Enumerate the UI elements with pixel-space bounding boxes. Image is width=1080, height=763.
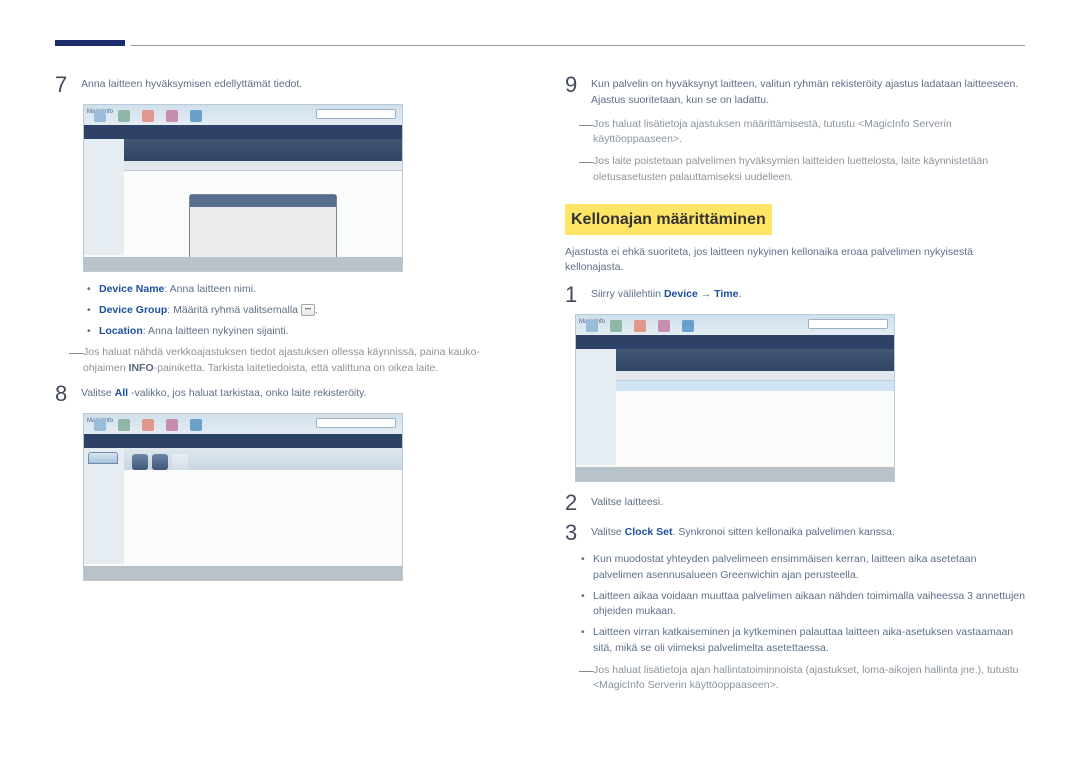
step-9: 9 Kun palvelin on hyväksynyt laitteen, v…: [565, 74, 1025, 109]
field-key: Device Group: [99, 304, 167, 316]
section-heading: Kellonajan määrittäminen: [565, 204, 772, 235]
screenshot-all-view: MagicInfo: [83, 413, 403, 581]
step-3: 3 Valitse Clock Set. Synkronoi sitten ke…: [565, 522, 1025, 544]
sidebar: [576, 349, 616, 465]
list-item: Laitteen aikaa voidaan muuttaa palvelime…: [581, 589, 1025, 621]
section-intro: Ajastusta ei ehkä suoriteta, jos laittee…: [565, 245, 1025, 277]
note: ― Jos laite poistetaan palvelimen hyväks…: [579, 154, 1025, 186]
step-text: Valitse laitteesi.: [591, 492, 1025, 511]
note-text: Jos haluat nähdä verkkoajastuksen tiedot…: [83, 345, 515, 377]
note: ― Jos haluat lisätietoja ajastuksen määr…: [579, 117, 1025, 149]
tab-bar: [84, 434, 402, 448]
step-8: 8 Valitse All -valikko, jos haluat tarki…: [55, 383, 515, 405]
header-line: [131, 43, 1025, 46]
nav-icons: [94, 419, 202, 431]
search-box: [808, 319, 888, 329]
list-item: Kun muodostat yhteyden palvelimeen ensim…: [581, 552, 1025, 584]
step-number: 7: [55, 74, 81, 96]
list-item: Laitteen virran katkaiseminen ja kytkemi…: [581, 625, 1025, 657]
step-number: 9: [565, 74, 591, 96]
toolbar: [124, 139, 402, 161]
sub-list: Kun muodostat yhteyden palvelimeen ensim…: [581, 552, 1025, 657]
header-rule: [55, 40, 1025, 46]
step-number: 1: [565, 284, 591, 306]
list-item: Device Group: Määritä ryhmä valitsemalla…: [87, 303, 515, 319]
step-number: 2: [565, 492, 591, 514]
right-column: 9 Kun palvelin on hyväksynyt laitteen, v…: [565, 74, 1025, 700]
header-accent: [55, 40, 125, 46]
note-text: Jos laite poistetaan palvelimen hyväksym…: [593, 154, 1025, 186]
dash-icon: ―: [579, 663, 593, 695]
field-key: Device Name: [99, 283, 164, 295]
step-text: Siirry välilehtiin Device → Time.: [591, 284, 1025, 303]
step-1: 1 Siirry välilehtiin Device → Time.: [565, 284, 1025, 306]
dash-icon: ―: [579, 117, 593, 149]
note-text: Jos haluat lisätietoja ajan hallintatoim…: [593, 663, 1025, 695]
nav-icons: [586, 320, 694, 332]
step-7: 7 Anna laitteen hyväksymisen edellyttämä…: [55, 74, 515, 96]
browse-button-icon: •••: [301, 304, 315, 316]
search-box: [316, 418, 396, 428]
left-column: 7 Anna laitteen hyväksymisen edellyttämä…: [55, 74, 515, 700]
step-text: Valitse Clock Set. Synkronoi sitten kell…: [591, 522, 1025, 541]
main-area: [124, 139, 402, 255]
list-item: Location: Anna laitteen nykyinen sijaint…: [87, 324, 515, 340]
main-area: [616, 349, 894, 465]
list-item: Device Name: Anna laitteen nimi.: [87, 282, 515, 298]
dash-icon: ―: [579, 154, 593, 186]
sidebar: [84, 139, 124, 255]
note-text: Jos haluat lisätietoja ajastuksen määrit…: [593, 117, 1025, 149]
note: ― Jos haluat lisätietoja ajan hallintato…: [579, 663, 1025, 695]
step-2: 2 Valitse laitteesi.: [565, 492, 1025, 514]
field-list: Device Name: Anna laitteen nimi. Device …: [87, 282, 515, 339]
step-text: Anna laitteen hyväksymisen edellyttämät …: [81, 74, 515, 93]
step-text: Kun palvelin on hyväksynyt laitteen, val…: [591, 74, 1025, 109]
step-number: 3: [565, 522, 591, 544]
main-area: [124, 448, 402, 564]
selected-row: [616, 381, 894, 391]
note: ― Jos haluat nähdä verkkoajastuksen tied…: [69, 345, 515, 377]
field-key: Location: [99, 325, 143, 337]
nav-icons: [94, 110, 202, 122]
toolbar: [616, 349, 894, 371]
sidebar: [84, 448, 124, 564]
two-column-layout: 7 Anna laitteen hyväksymisen edellyttämä…: [55, 74, 1025, 700]
screenshot-device-time: MagicInfo: [575, 314, 895, 482]
step-number: 8: [55, 383, 81, 405]
dash-icon: ―: [69, 345, 83, 377]
search-box: [316, 109, 396, 119]
tab-bar: [84, 125, 402, 139]
screenshot-approve-dialog: MagicInfo: [83, 104, 403, 272]
step-text: Valitse All -valikko, jos haluat tarkist…: [81, 383, 515, 402]
tab-bar: [576, 335, 894, 349]
